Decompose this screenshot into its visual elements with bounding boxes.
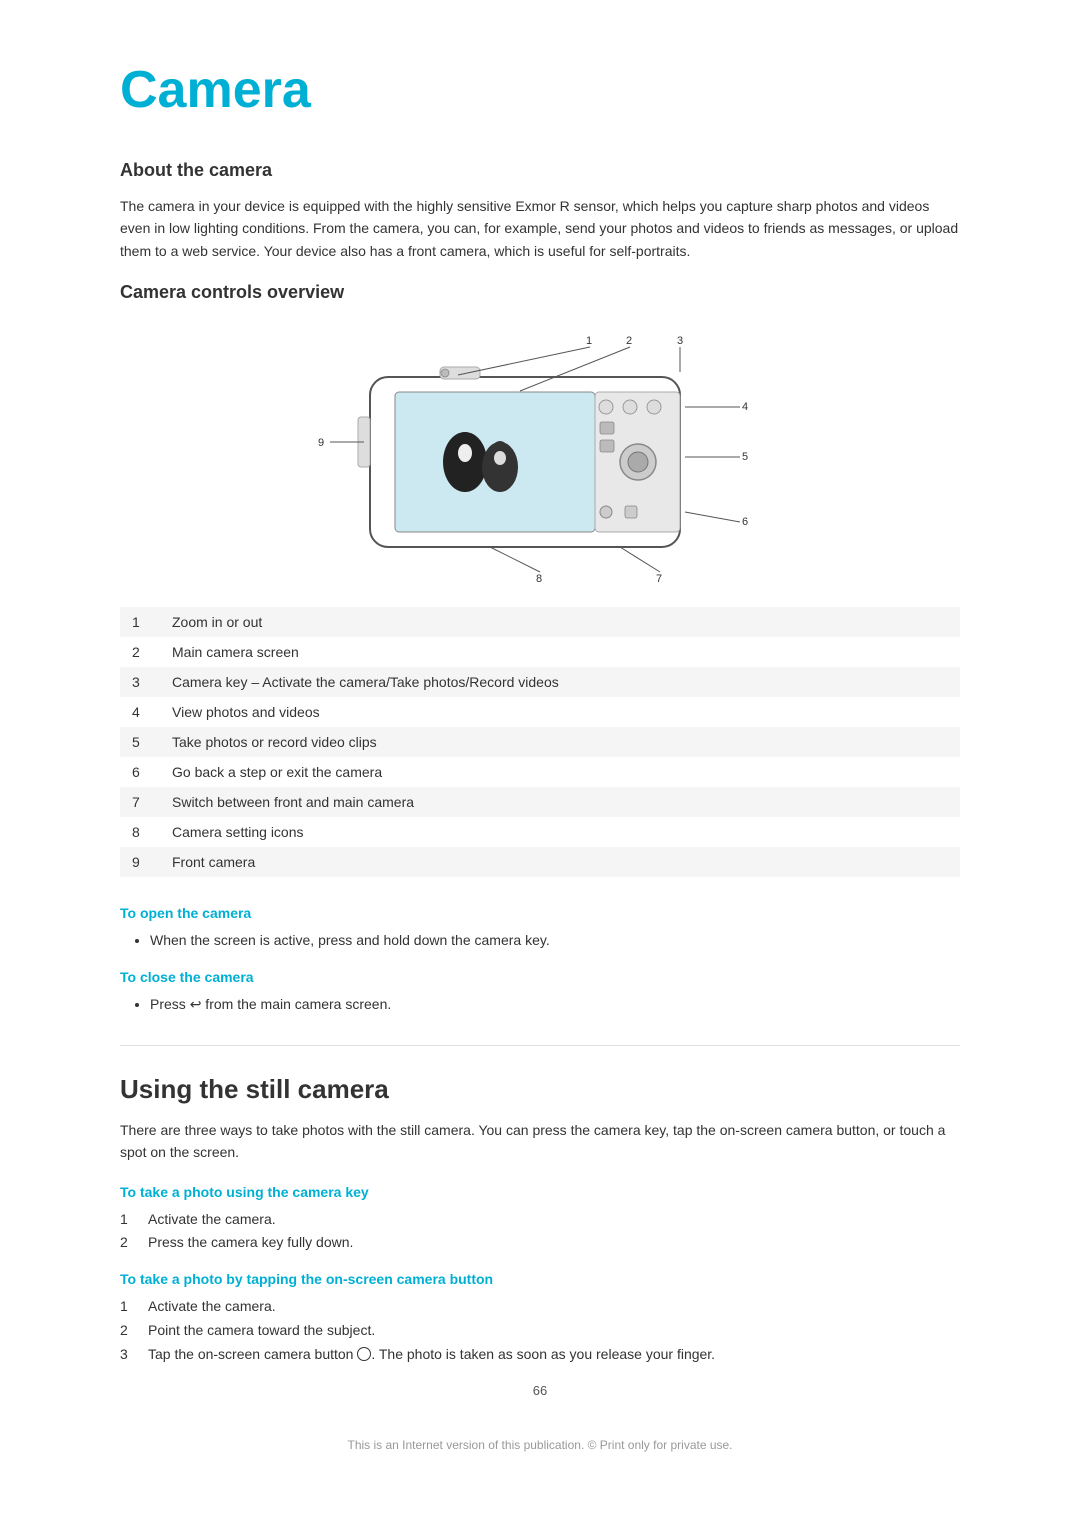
using-heading: Using the still camera — [120, 1074, 960, 1105]
table-row: 2Main camera screen — [120, 637, 960, 667]
table-row: 9Front camera — [120, 847, 960, 877]
svg-text:3: 3 — [677, 335, 683, 347]
step-label: Activate the camera. — [148, 1295, 276, 1319]
close-camera-list: Press ↩ from the main camera screen. — [120, 993, 960, 1017]
back-icon: ↩ — [190, 993, 202, 1017]
table-cell-label: Go back a step or exit the camera — [160, 757, 960, 787]
table-cell-label: Take photos or record video clips — [160, 727, 960, 757]
table-row: 4View photos and videos — [120, 697, 960, 727]
table-cell-label: Switch between front and main camera — [160, 787, 960, 817]
using-text: There are three ways to take photos with… — [120, 1119, 960, 1164]
table-cell-label: Camera key – Activate the camera/Take ph… — [160, 667, 960, 697]
section-divider — [120, 1045, 960, 1046]
step-num: 1 — [120, 1295, 138, 1319]
camera-button-icon — [357, 1347, 371, 1361]
table-cell-num: 9 — [120, 847, 160, 877]
close-camera-suffix: from the main camera screen. — [201, 996, 391, 1012]
take-photo-tap-section: To take a photo by tapping the on-screen… — [120, 1271, 960, 1366]
table-cell-num: 7 — [120, 787, 160, 817]
table-cell-num: 8 — [120, 817, 160, 847]
table-row: 7Switch between front and main camera — [120, 787, 960, 817]
about-heading: About the camera — [120, 160, 960, 181]
open-camera-section: To open the camera When the screen is ac… — [120, 905, 960, 953]
list-item: 1 Activate the camera. — [120, 1208, 960, 1232]
close-camera-prefix: Press — [150, 996, 190, 1012]
svg-text:1: 1 — [586, 335, 592, 347]
take-photo-key-heading: To take a photo using the camera key — [120, 1184, 960, 1200]
table-cell-num: 1 — [120, 607, 160, 637]
close-camera-bullet: Press ↩ from the main camera screen. — [150, 993, 960, 1017]
open-camera-bullet: When the screen is active, press and hol… — [150, 929, 960, 953]
table-cell-num: 6 — [120, 757, 160, 787]
step-num: 3 — [120, 1343, 138, 1367]
svg-text:6: 6 — [742, 516, 748, 528]
table-cell-num: 2 — [120, 637, 160, 667]
svg-text:9: 9 — [318, 437, 324, 449]
step-num: 2 — [120, 1319, 138, 1343]
table-cell-num: 5 — [120, 727, 160, 757]
table-cell-label: Main camera screen — [160, 637, 960, 667]
list-item: 2 Press the camera key fully down. — [120, 1231, 960, 1255]
open-camera-list: When the screen is active, press and hol… — [120, 929, 960, 953]
page-title: Camera — [120, 60, 960, 120]
step-label: Tap the on-screen camera button . The ph… — [148, 1343, 715, 1367]
table-cell-label: Zoom in or out — [160, 607, 960, 637]
step-label: Press the camera key fully down. — [148, 1231, 353, 1255]
table-row: 8Camera setting icons — [120, 817, 960, 847]
table-cell-num: 3 — [120, 667, 160, 697]
list-item: 1 Activate the camera. — [120, 1295, 960, 1319]
step-label: Activate the camera. — [148, 1208, 276, 1232]
table-row: 3Camera key – Activate the camera/Take p… — [120, 667, 960, 697]
page-number: 66 — [120, 1383, 960, 1398]
step-num: 1 — [120, 1208, 138, 1232]
close-camera-heading: To close the camera — [120, 969, 960, 985]
controls-table: 1Zoom in or out2Main camera screen3Camer… — [120, 607, 960, 877]
table-cell-label: Camera setting icons — [160, 817, 960, 847]
table-cell-num: 4 — [120, 697, 160, 727]
table-cell-label: View photos and videos — [160, 697, 960, 727]
take-photo-tap-list: 1 Activate the camera. 2 Point the camera t… — [120, 1295, 960, 1366]
take-photo-tap-heading: To take a photo by tapping the on-screen… — [120, 1271, 960, 1287]
camera-diagram: 1 2 3 4 5 6 7 8 9 — [120, 327, 960, 587]
take-photo-key-section: To take a photo using the camera key 1 Ac… — [120, 1184, 960, 1256]
table-cell-label: Front camera — [160, 847, 960, 877]
about-text: The camera in your device is equipped wi… — [120, 195, 960, 262]
controls-heading: Camera controls overview — [120, 282, 960, 303]
step-num: 2 — [120, 1231, 138, 1255]
table-row: 1Zoom in or out — [120, 607, 960, 637]
open-camera-heading: To open the camera — [120, 905, 960, 921]
list-item: 3 Tap the on-screen camera button . The p… — [120, 1343, 960, 1367]
close-camera-section: To close the camera Press ↩ from the mai… — [120, 969, 960, 1017]
svg-text:8: 8 — [536, 573, 542, 585]
svg-text:5: 5 — [742, 451, 748, 463]
svg-text:7: 7 — [656, 573, 662, 585]
take-photo-key-list: 1 Activate the camera. 2 Press the camera k… — [120, 1208, 960, 1256]
table-row: 5Take photos or record video clips — [120, 727, 960, 757]
table-row: 6Go back a step or exit the camera — [120, 757, 960, 787]
footer: This is an Internet version of this publ… — [120, 1438, 960, 1452]
svg-text:4: 4 — [742, 401, 748, 413]
step-label: Point the camera toward the subject. — [148, 1319, 375, 1343]
svg-text:2: 2 — [626, 335, 632, 347]
list-item: 2 Point the camera toward the subject. — [120, 1319, 960, 1343]
